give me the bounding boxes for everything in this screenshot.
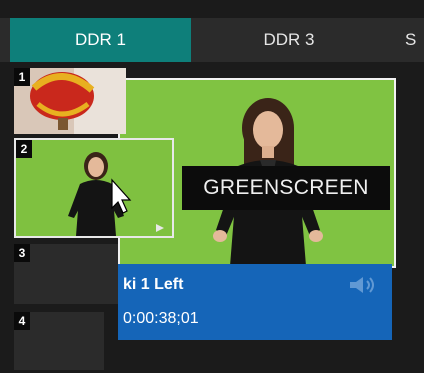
clip-name: ki 1 Left <box>123 276 184 293</box>
slot-2-number: 2 <box>16 140 32 158</box>
title-strip <box>0 0 424 18</box>
slot-1[interactable]: 1 <box>14 68 126 134</box>
slot-3-number: 3 <box>14 244 30 262</box>
slot-4-number: 4 <box>14 312 30 330</box>
slot-1-number: 1 <box>14 68 30 86</box>
slot-1-thumbnail <box>14 68 126 134</box>
tab-partial[interactable]: S <box>405 18 424 62</box>
tab-ddr-3[interactable]: DDR 3 <box>191 18 387 62</box>
tab-bar: DDR 1 DDR 3 S <box>0 0 424 62</box>
tab-ddr-1[interactable]: DDR 1 <box>10 18 191 62</box>
slot-3[interactable]: 3 <box>14 244 118 304</box>
slot-4[interactable]: 4 <box>14 312 104 370</box>
speaker-icon[interactable] <box>348 276 378 294</box>
clip-timecode: 0:00:38;01 <box>123 310 199 327</box>
slot-2[interactable]: 2 <box>14 138 174 238</box>
slot-2-thumbnail <box>16 140 172 236</box>
clip-info-bar: ki 1 Left 0:00:38;01 <box>118 264 392 340</box>
clip-label-tooltip: GREENSCREEN <box>182 166 390 210</box>
